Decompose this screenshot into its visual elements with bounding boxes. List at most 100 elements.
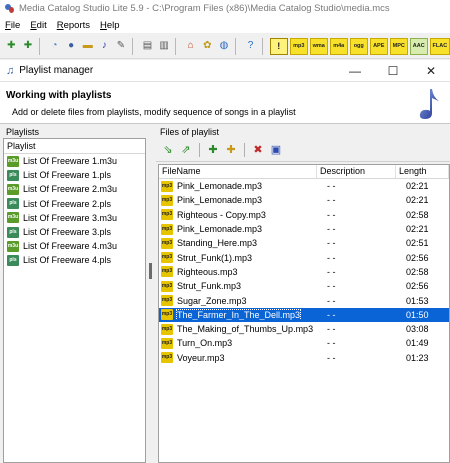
menu-edit[interactable]: Edit (30, 20, 46, 31)
table-row[interactable]: mp3 Strut_Funk.mp3 - - 02:56 (159, 279, 449, 293)
filename-label: Pink_Lemonade.mp3 (177, 224, 263, 235)
add-disc-icon[interactable]: ✚ (4, 39, 19, 54)
toolbar-divider (132, 37, 136, 55)
maximize-button[interactable]: ☐ (374, 60, 412, 82)
format-wma-button[interactable]: wma (309, 37, 328, 55)
playlist-item[interactable]: m3u List Of Freeware 4.m3u (4, 239, 145, 253)
cd-icon[interactable]: ◔ (47, 39, 62, 54)
playlist-column-header[interactable]: Playlist (4, 139, 145, 154)
mp3-file-icon: mp3 (161, 252, 173, 264)
delete-icon[interactable]: ✖ (251, 143, 265, 157)
add-folder-icon[interactable]: ✚ (21, 39, 36, 54)
table-row[interactable]: mp3 Pink_Lemonade.mp3 - - 02:21 (159, 179, 449, 193)
filename-label: Strut_Funk.mp3 (177, 281, 242, 292)
length-cell: 02:21 (406, 224, 429, 235)
filename-label: Sugar_Zone.mp3 (177, 295, 247, 306)
playlist-item[interactable]: m3u List Of Freeware 2.m3u (4, 182, 145, 196)
app-title: Media Catalog Studio Lite 5.9 - C:\Progr… (19, 3, 390, 14)
format-aac-button[interactable]: AAC (409, 37, 428, 55)
add-file-icon[interactable]: ✚ (206, 143, 220, 157)
menu-file[interactable]: File (5, 20, 20, 31)
playlist-item[interactable]: pls List Of Freeware 4.pls (4, 253, 145, 267)
filename-label: The_Farmer_In_The_Dell.mp3 (175, 309, 302, 321)
minimize-button[interactable]: — (336, 60, 374, 82)
playlist-item[interactable]: pls List Of Freeware 3.pls (4, 225, 145, 239)
playlist-item-label: List Of Freeware 2.m3u (23, 184, 118, 195)
files-caption: Files of playlist (160, 127, 220, 137)
m3u-file-icon: m3u (7, 212, 19, 224)
splitter-grip[interactable] (149, 263, 152, 279)
column-length[interactable]: Length (396, 165, 449, 178)
table-row[interactable]: mp3 Righteous.mp3 - - 02:58 (159, 265, 449, 279)
filename-label: The_Making_of_Thumbs_Up.mp3 (177, 324, 314, 335)
filename-cell: mp3 Strut_Funk.mp3 (159, 280, 317, 292)
files-panel: ⇘ ⇗ ✚ ✚ ✖ ▣ FileName Description Length … (156, 138, 450, 463)
table-row[interactable]: mp3 Turn_On.mp3 - - 01:49 (159, 336, 449, 350)
document-icon[interactable]: ▤ (140, 39, 155, 54)
playlist-item-label: List Of Freeware 4.pls (23, 255, 112, 266)
table-row-selected[interactable]: mp3 The_Farmer_In_The_Dell.mp3 - - 01:50 (159, 307, 449, 322)
filename-cell: mp3 Strut_Funk(1).mp3 (159, 252, 317, 264)
table-row[interactable]: mp3 Sugar_Zone.mp3 - - 01:53 (159, 293, 449, 307)
panel-splitter[interactable] (147, 138, 154, 463)
pls-file-icon: pls (7, 254, 19, 266)
home-icon[interactable]: ⌂ (183, 39, 198, 54)
note-icon[interactable]: ♪ (97, 39, 112, 54)
format-ogg-button[interactable]: ogg (349, 37, 368, 55)
playlist-manager-title-bar: ♫ Playlist manager — ☐ ✕ (0, 60, 450, 82)
filename-cell: mp3 Turn_On.mp3 (159, 337, 317, 349)
playlist-item-label: List Of Freeware 3.m3u (23, 212, 118, 223)
length-cell: 02:56 (406, 281, 429, 292)
report-icon[interactable]: ▥ (157, 39, 172, 54)
description-cell: - - (327, 195, 336, 206)
settings-icon[interactable]: ✿ (200, 39, 215, 54)
column-description[interactable]: Description (317, 165, 396, 178)
format-m4a-button[interactable]: m4a (329, 37, 348, 55)
table-row[interactable]: mp3 Standing_Here.mp3 - - 02:51 (159, 236, 449, 250)
playlist-item[interactable]: pls List Of Freeware 1.pls (4, 168, 145, 182)
table-row[interactable]: mp3 Voyeur.mp3 - - 01:23 (159, 351, 449, 365)
mp3-file-icon: mp3 (161, 209, 173, 221)
playlist-item-label: List Of Freeware 1.pls (23, 170, 112, 181)
description-cell: - - (327, 181, 336, 192)
mp3-file-icon: mp3 (161, 295, 173, 307)
disc-icon[interactable]: ● (64, 39, 79, 54)
move-up-icon[interactable]: ⇗ (179, 143, 193, 157)
playlist-manager-icon: ♫ (6, 64, 15, 77)
filename-label: Pink_Lemonade.mp3 (177, 195, 263, 206)
mp3-file-icon: mp3 (161, 266, 173, 278)
playlist-item[interactable]: m3u List Of Freeware 3.m3u (4, 211, 145, 225)
column-filename[interactable]: FileName (159, 165, 317, 178)
filter-exclamation-icon[interactable]: ! (269, 37, 288, 55)
move-down-icon[interactable]: ⇘ (161, 143, 175, 157)
m3u-file-icon: m3u (7, 183, 19, 195)
filename-cell: mp3 Sugar_Zone.mp3 (159, 295, 317, 307)
format-ape-button[interactable]: APE (369, 37, 388, 55)
edit-icon[interactable]: ✎ (114, 39, 129, 54)
length-cell: 02:58 (406, 209, 429, 220)
help-icon[interactable]: ? (243, 39, 258, 54)
table-row[interactable]: mp3 Pink_Lemonade.mp3 - - 02:21 (159, 222, 449, 236)
table-row[interactable]: mp3 The_Making_of_Thumbs_Up.mp3 - - 03:08 (159, 322, 449, 336)
description-cell: - - (327, 252, 336, 263)
filename-cell: mp3 Righteous - Copy.mp3 (159, 209, 317, 221)
add-folder-icon[interactable]: ✚ (224, 143, 238, 157)
format-flac-button[interactable]: FLAC (429, 37, 450, 55)
playlist-item[interactable]: pls List Of Freeware 2.pls (4, 197, 145, 211)
table-row[interactable]: mp3 Righteous - Copy.mp3 - - 02:58 (159, 208, 449, 222)
close-button[interactable]: ✕ (412, 60, 450, 82)
description-cell: - - (327, 352, 336, 363)
format-mp3-button[interactable]: mp3 (289, 37, 308, 55)
table-row[interactable]: mp3 Pink_Lemonade.mp3 - - 02:21 (159, 193, 449, 207)
format-mpc-button[interactable]: MPC (389, 37, 408, 55)
mp3-file-icon: mp3 (161, 309, 173, 321)
save-icon[interactable]: ▣ (269, 143, 283, 157)
web-icon[interactable]: ◍ (217, 39, 232, 54)
folder-icon[interactable]: ▬ (80, 39, 95, 54)
table-row[interactable]: mp3 Strut_Funk(1).mp3 - - 02:56 (159, 250, 449, 264)
menu-help[interactable]: Help (100, 20, 120, 31)
playlist-item[interactable]: m3u List Of Freeware 1.m3u (4, 154, 145, 168)
menu-reports[interactable]: Reports (57, 20, 90, 31)
length-cell: 01:23 (406, 352, 429, 363)
mp3-file-icon: mp3 (161, 180, 173, 192)
